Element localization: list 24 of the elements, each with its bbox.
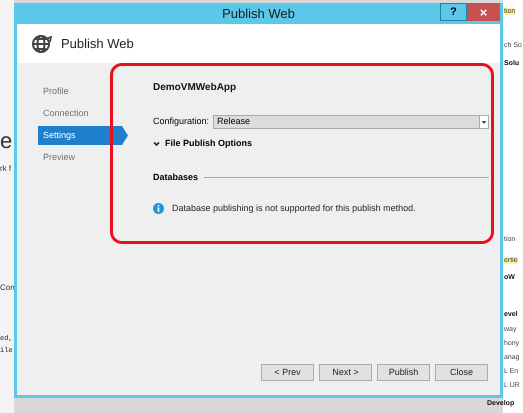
dialog-button[interactable]: Next > — [319, 364, 372, 381]
header-title: Publish Web — [61, 34, 134, 53]
close-button[interactable]: × — [467, 3, 500, 21]
configuration-label: Configuration: — [153, 115, 210, 128]
background-text: e — [0, 130, 12, 152]
step-tab[interactable]: Settings — [38, 126, 128, 145]
dialog-button[interactable]: Close — [435, 364, 488, 381]
dialog-button[interactable]: Publish — [377, 364, 430, 381]
file-publish-options-expander[interactable]: File Publish Options — [153, 137, 252, 150]
step-tab[interactable]: Connection — [38, 104, 122, 123]
chevron-icon — [153, 140, 160, 147]
background-text: rk f — [0, 163, 12, 175]
app-name: DemoVMWebApp — [153, 81, 238, 95]
help-button[interactable]: ? — [440, 3, 467, 21]
configuration-dropdown[interactable]: Release — [213, 115, 489, 129]
background-text: Con — [0, 282, 14, 294]
step-tab[interactable]: Profile — [38, 82, 122, 101]
info-message: Database publishing is not supported for this publish method. — [172, 202, 416, 215]
window-title: Publish Web — [222, 4, 295, 23]
info-icon — [153, 203, 164, 214]
globe-icon — [31, 32, 53, 54]
step-tab[interactable]: Preview — [38, 148, 122, 167]
databases-heading: Databases — [153, 170, 198, 184]
dialog-button[interactable]: < Prev — [261, 364, 314, 381]
